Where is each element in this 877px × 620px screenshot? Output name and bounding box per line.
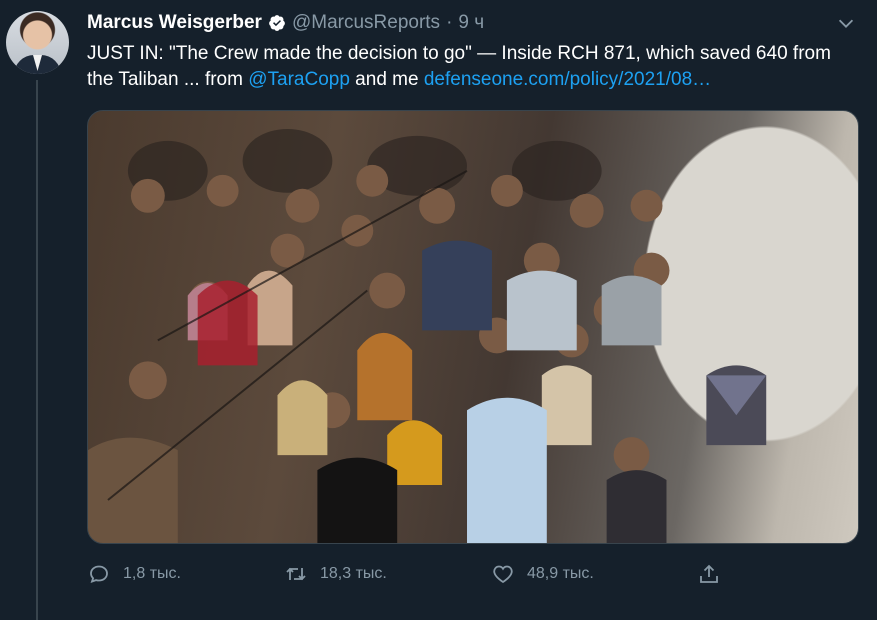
- mention-link[interactable]: @TaraCopp: [248, 69, 350, 90]
- like-button[interactable]: 48,9 тыс.: [491, 562, 594, 586]
- like-count: 48,9 тыс.: [527, 565, 594, 582]
- heart-icon: [493, 565, 513, 584]
- comment-bubble-icon: [90, 565, 108, 583]
- reply-count: 1,8 тыс.: [123, 565, 181, 582]
- retweet-button[interactable]: 18,3 тыс.: [284, 562, 387, 586]
- retweet-icon: [286, 567, 306, 581]
- author-name[interactable]: Marcus Weisgerber: [87, 12, 262, 34]
- crowd-photo-illustration: [88, 128, 767, 543]
- tweet-photo[interactable]: [87, 110, 859, 544]
- thread-line: [36, 80, 38, 620]
- separator-dot: ·: [446, 12, 453, 33]
- share-icon: [700, 564, 718, 583]
- retweet-count: 18,3 тыс.: [320, 565, 387, 582]
- chevron-down-icon[interactable]: [833, 12, 859, 34]
- article-link[interactable]: defenseone.com/policy/2021/08…: [424, 69, 711, 90]
- share-button[interactable]: [697, 562, 721, 586]
- author-handle[interactable]: @MarcusReports: [292, 12, 440, 34]
- avatar[interactable]: [6, 11, 69, 74]
- tweet-time[interactable]: 9 ч: [458, 12, 484, 34]
- tweet-actions: 1,8 тыс. 18,3 тыс. 48,9 тыс.: [87, 562, 787, 590]
- verified-badge-icon: [269, 15, 285, 31]
- tweet-header: Marcus Weisgerber @MarcusReports · 9 ч: [87, 11, 484, 35]
- reply-button[interactable]: 1,8 тыс.: [87, 562, 181, 586]
- tweet-text-part-2: and me: [349, 69, 424, 90]
- tweet-text: JUST IN: "The Crew made the decision to …: [87, 41, 857, 93]
